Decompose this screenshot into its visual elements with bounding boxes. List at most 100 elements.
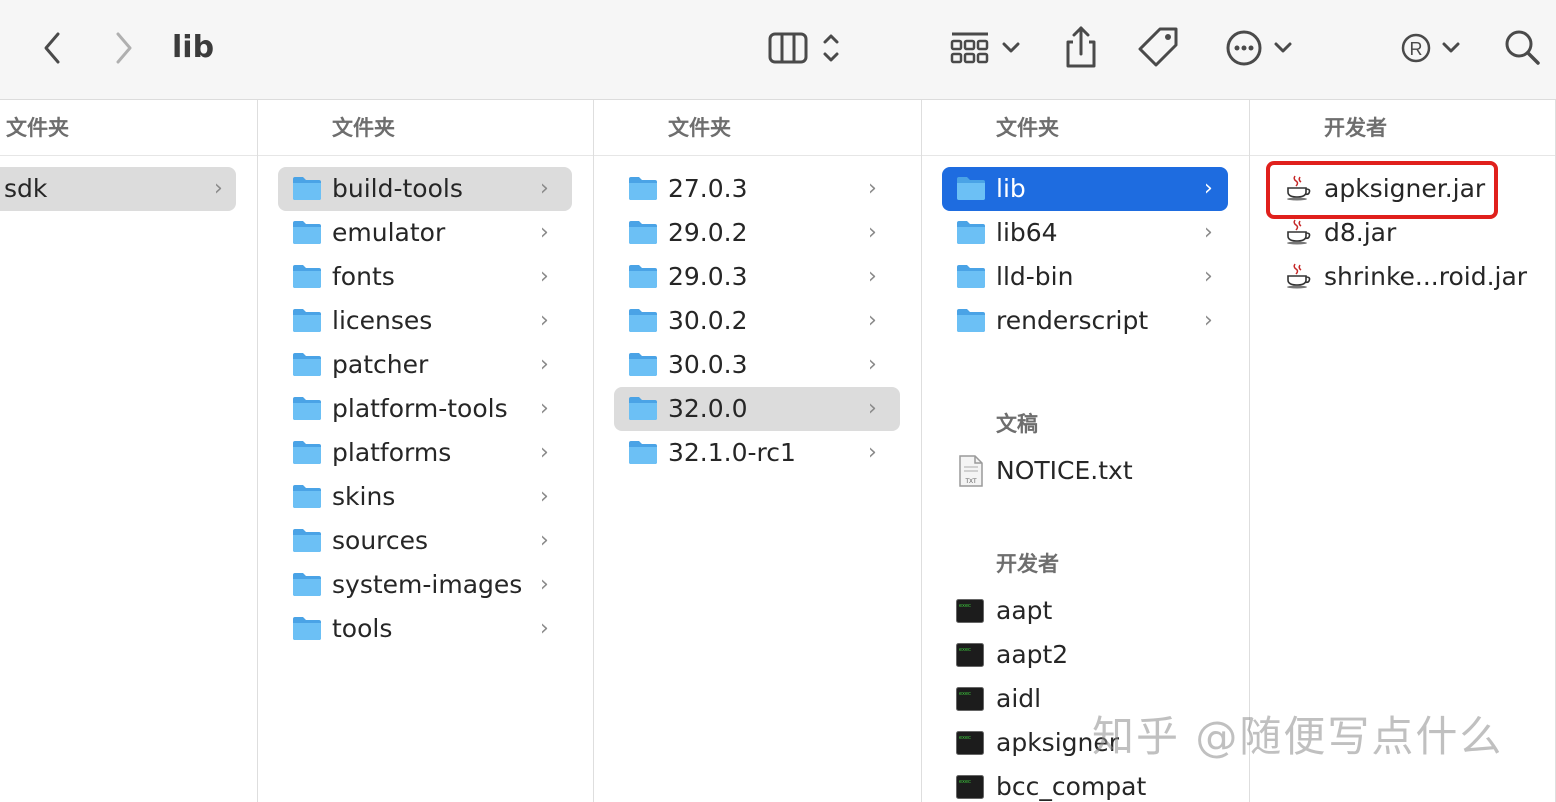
file-row[interactable]: exec aapt2 — [942, 633, 1228, 677]
folder-row[interactable]: lld-bin › — [942, 255, 1228, 299]
disclosure-chevron-icon: › — [1204, 220, 1213, 245]
highlight-annotation — [1266, 161, 1498, 219]
forward-button[interactable] — [108, 28, 140, 68]
terminal-executable-icon: exec — [956, 731, 984, 759]
disclosure-chevron-icon: › — [1204, 176, 1213, 201]
folder-row[interactable]: 32.0.0 › — [614, 387, 900, 431]
section-title-developer: 开发者 — [996, 552, 1059, 576]
disclosure-chevron-icon: › — [868, 220, 877, 245]
svg-text:exec: exec — [959, 603, 971, 609]
ellipsis-circle-icon — [1226, 30, 1292, 66]
column-header-label: 文件夹 — [332, 116, 395, 140]
disclosure-chevron-icon: › — [540, 440, 549, 465]
folder-row[interactable]: lib64 › — [942, 211, 1228, 255]
folder-row[interactable]: 32.1.0-rc1 › — [614, 431, 900, 475]
chevron-left-icon — [44, 32, 60, 64]
folder-row[interactable]: tools › — [278, 607, 572, 651]
window-title: lib — [172, 30, 215, 65]
disclosure-chevron-icon: › — [214, 176, 223, 201]
item-label: aapt2 — [996, 640, 1069, 669]
column-header: 文件夹 — [594, 100, 921, 156]
folder-icon — [292, 526, 322, 558]
item-label: build-tools — [332, 174, 463, 203]
item-label: 29.0.2 — [668, 218, 748, 247]
chevron-right-icon — [116, 32, 132, 64]
folder-row[interactable]: platforms › — [278, 431, 572, 475]
folder-icon — [956, 306, 986, 338]
item-label: platforms — [332, 438, 452, 467]
folder-row[interactable]: emulator › — [278, 211, 572, 255]
share-icon — [1066, 26, 1096, 68]
disclosure-chevron-icon: › — [1204, 308, 1213, 333]
disclosure-chevron-icon: › — [540, 616, 549, 641]
tag-button[interactable] — [1136, 24, 1182, 72]
item-label: platform-tools — [332, 394, 508, 423]
text-document-icon: TXT — [958, 455, 984, 491]
folder-row[interactable]: sdk › — [0, 167, 236, 211]
column-view-icon — [768, 32, 839, 64]
disclosure-chevron-icon: › — [1204, 264, 1213, 289]
disclosure-chevron-icon: › — [540, 308, 549, 333]
view-mode-button[interactable] — [764, 26, 850, 70]
folder-icon — [956, 174, 986, 206]
folder-icon — [292, 350, 322, 382]
disclosure-chevron-icon: › — [868, 308, 877, 333]
item-label: 30.0.2 — [668, 306, 748, 335]
search-icon — [1505, 30, 1540, 65]
folder-row[interactable]: renderscript › — [942, 299, 1228, 343]
group-button[interactable] — [948, 26, 1024, 70]
share-button[interactable] — [1060, 24, 1102, 72]
column-header-label: 开发者 — [1324, 116, 1387, 140]
item-label: patcher — [332, 350, 429, 379]
folder-row[interactable]: lib › — [942, 167, 1228, 211]
search-button[interactable] — [1502, 26, 1544, 70]
disclosure-chevron-icon: › — [540, 220, 549, 245]
item-label: licenses — [332, 306, 433, 335]
file-row[interactable]: TXT NOTICE.txt — [942, 449, 1228, 493]
back-button[interactable] — [36, 28, 68, 68]
folder-row[interactable]: 27.0.3 › — [614, 167, 900, 211]
registered-icon: R — [1401, 33, 1460, 63]
folder-row[interactable]: 30.0.3 › — [614, 343, 900, 387]
folder-row[interactable]: licenses › — [278, 299, 572, 343]
folder-icon — [292, 394, 322, 426]
file-row[interactable]: shrinke...roid.jar — [1270, 255, 1540, 299]
folder-row[interactable]: build-tools › — [278, 167, 572, 211]
folder-row[interactable]: platform-tools › — [278, 387, 572, 431]
more-actions-button[interactable] — [1224, 24, 1296, 72]
disclosure-chevron-icon: › — [868, 440, 877, 465]
column-header: 文件夹 — [922, 100, 1249, 156]
disclosure-chevron-icon: › — [540, 528, 549, 553]
disclosure-chevron-icon: › — [540, 396, 549, 421]
item-label: skins — [332, 482, 396, 511]
folder-row[interactable]: 30.0.2 › — [614, 299, 900, 343]
folder-row[interactable]: system-images › — [278, 563, 572, 607]
item-label: sdk — [4, 174, 48, 203]
disclosure-chevron-icon: › — [540, 572, 549, 597]
disclosure-chevron-icon: › — [868, 396, 877, 421]
folder-row[interactable]: 29.0.3 › — [614, 255, 900, 299]
folder-row[interactable]: sources › — [278, 519, 572, 563]
item-label: lib — [996, 174, 1026, 203]
folder-icon — [956, 262, 986, 294]
column-header-label: 文件夹 — [668, 116, 731, 140]
file-row[interactable]: exec bcc_compat — [942, 765, 1228, 802]
folder-row[interactable]: skins › — [278, 475, 572, 519]
folder-row[interactable]: patcher › — [278, 343, 572, 387]
folder-row[interactable]: 29.0.2 › — [614, 211, 900, 255]
terminal-executable-icon: exec — [956, 775, 984, 802]
folder-icon — [292, 614, 322, 646]
disclosure-chevron-icon: › — [540, 264, 549, 289]
item-label: shrinke...roid.jar — [1324, 262, 1528, 291]
file-row[interactable]: exec aapt — [942, 589, 1228, 633]
terminal-executable-icon: exec — [956, 643, 984, 671]
folder-row[interactable]: fonts › — [278, 255, 572, 299]
folder-icon — [292, 570, 322, 602]
column-3: 文件夹 27.0.3 › 29.0.2 › 29.0.3 › 30.0.2 › 30.0.3 › 32… — [594, 100, 922, 802]
folder-icon — [628, 218, 658, 250]
column-4: 文件夹 lib › lib64 › lld-bin › renderscript › 文稿 TXT N… — [922, 100, 1250, 802]
extension-button[interactable]: R — [1398, 24, 1464, 72]
java-jar-icon — [1284, 217, 1312, 249]
item-label: 32.0.0 — [668, 394, 748, 423]
folder-icon — [628, 306, 658, 338]
